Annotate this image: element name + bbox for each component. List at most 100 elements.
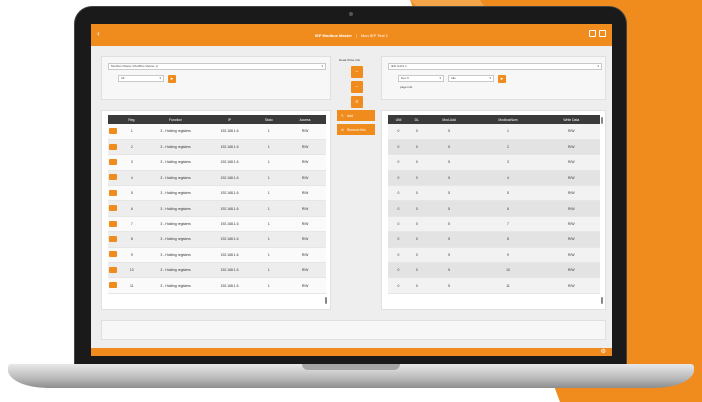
row-handle-icon[interactable] [109, 251, 117, 258]
row-select-handle[interactable] [108, 262, 118, 279]
table-row[interactable]: 33 - Holding registers 192.168.1.6 1 R/W [108, 154, 326, 171]
table-row[interactable]: 0 0 5 2 R/W [388, 139, 600, 156]
column-header[interactable]: UNI [388, 115, 409, 124]
row-select-handle[interactable] [108, 200, 118, 217]
apply-button[interactable]: ▸ [498, 75, 506, 83]
table-cell: 4 [473, 170, 543, 187]
state-select[interactable]: Idle ▾ [448, 75, 494, 82]
back-icon[interactable]: ‹ [97, 30, 100, 38]
add-button[interactable]: ✎ Add [337, 110, 375, 121]
table-row[interactable]: 13 - Holding registers 192.168.1.6 1 R/W [108, 124, 326, 140]
table-cell: 1 [253, 124, 284, 140]
table-row[interactable]: 11 3 - Holding registers 192.168.1.6 1 R/W [108, 277, 326, 294]
edit-icon[interactable] [599, 30, 606, 37]
row-handle-icon[interactable] [109, 158, 117, 165]
column-header[interactable]: ModbusNum [473, 115, 543, 124]
refresh-button[interactable]: ▸ [168, 75, 176, 83]
row-handle-icon[interactable] [109, 282, 117, 289]
table-cell: 0 [388, 185, 409, 202]
column-header[interactable]: DL [409, 115, 425, 124]
row-select-handle[interactable] [108, 247, 118, 264]
table-row[interactable]: 0 0 5 8 R/W [388, 231, 600, 248]
table-cell: R/W [542, 247, 600, 264]
table-cell: 1 [253, 231, 284, 248]
right-scrollbar-bottom[interactable] [601, 297, 603, 304]
table-cell: R/W [283, 262, 326, 279]
table-cell: 0 [388, 170, 409, 187]
table-cell: 7 [118, 216, 146, 233]
column-header[interactable]: Access [283, 115, 326, 124]
row-select-handle[interactable] [108, 277, 118, 294]
table-cell: 5 [424, 139, 474, 156]
table-row[interactable]: 0 0 5 6 R/W [388, 200, 600, 217]
row-handle-icon[interactable] [109, 174, 117, 181]
table-cell: 9 [118, 247, 146, 264]
device-select[interactable]: IED-SubS 1 ▾ [388, 63, 602, 70]
master-select[interactable]: Modbus Master (ModBus Master 1) ▾ [108, 63, 326, 70]
column-header[interactable]: Reg. [118, 115, 146, 124]
table-row[interactable]: 0 0 5 11 R/W [388, 277, 600, 294]
column-header[interactable]: Function [145, 115, 206, 124]
table-row[interactable]: 10 3 - Holding registers 192.168.1.6 1 R/W [108, 262, 326, 279]
table-row[interactable]: 63 - Holding registers 192.168.1.6 1 R/W [108, 200, 326, 217]
table-cell: 5 [424, 154, 474, 171]
row-select-handle[interactable] [108, 231, 118, 248]
table-row[interactable]: 93 - Holding registers 192.168.1.6 1 R/W [108, 247, 326, 264]
app-screen: ‹ IEP Modbus Master | Mon IEP Test 1 Mod… [91, 24, 612, 356]
table-cell: 10 [118, 262, 146, 279]
row-handle-icon[interactable] [109, 205, 117, 212]
filter-select[interactable]: All ▾ [118, 75, 164, 82]
table-row[interactable]: 0 0 5 9 R/W [388, 247, 600, 264]
table-row[interactable]: 73 - Holding registers 192.168.1.6 1 R/W [108, 216, 326, 233]
table-cell: R/W [542, 200, 600, 217]
row-handle-icon[interactable] [109, 143, 117, 150]
write-button[interactable]: − [351, 81, 363, 93]
table-row[interactable]: 43 - Holding registers 192.168.1.6 1 R/W [108, 170, 326, 187]
table-row[interactable]: 53 - Holding registers 192.168.1.6 1 R/W [108, 185, 326, 202]
table-row[interactable]: 0 0 5 4 R/W [388, 170, 600, 187]
row-select-handle[interactable] [108, 185, 118, 202]
column-header[interactable]: Stato [253, 115, 284, 124]
right-scrollbar[interactable] [601, 117, 603, 124]
table-cell: 3 - Holding registers [145, 231, 206, 248]
table-cell: 192.168.1.6 [205, 231, 254, 248]
column-header[interactable]: Write Data [542, 115, 600, 124]
table-row[interactable]: 0 0 5 1 R/W [388, 124, 600, 140]
table-row[interactable]: 0 0 5 5 R/W [388, 185, 600, 202]
row-select-handle[interactable] [108, 154, 118, 171]
table-cell: 8 [118, 231, 146, 248]
remove-button[interactable]: ⊖ Remove this [337, 124, 375, 135]
table-row[interactable]: 0 0 5 3 R/W [388, 154, 600, 171]
table-cell: 3 - Holding registers [145, 124, 206, 140]
table-cell: 9 [473, 247, 543, 264]
row-select-handle[interactable] [108, 216, 118, 233]
table-cell: 11 [118, 277, 146, 294]
table-row[interactable]: 23 - Holding registers 192.168.1.6 1 R/W [108, 139, 326, 156]
table-cell: 192.168.1.6 [205, 262, 254, 279]
gear-icon[interactable]: ⚙ [601, 349, 606, 355]
row-select-handle[interactable] [108, 124, 118, 140]
row-handle-icon[interactable] [109, 127, 117, 134]
column-header[interactable]: Mod.Add [424, 115, 474, 124]
row-select-handle[interactable] [108, 139, 118, 156]
table-cell: 7 [473, 216, 543, 233]
table-cell: R/W [283, 247, 326, 264]
row-handle-icon[interactable] [109, 235, 117, 242]
table-row[interactable]: 0 0 5 10 R/W [388, 262, 600, 279]
dev-select[interactable]: Dev 0 ▾ [398, 75, 444, 82]
row-handle-icon[interactable] [109, 189, 117, 196]
menu-button[interactable]: ≡ [351, 96, 363, 108]
table-cell: R/W [283, 154, 326, 171]
row-handle-icon[interactable] [109, 266, 117, 273]
table-cell: 1 [253, 170, 284, 187]
left-scrollbar[interactable] [325, 297, 327, 304]
table-row[interactable]: 0 0 5 7 R/W [388, 216, 600, 233]
row-handle-icon[interactable] [109, 220, 117, 227]
window-icon[interactable] [589, 30, 596, 37]
table-cell: 3 - Holding registers [145, 139, 206, 156]
column-header[interactable]: IP [205, 115, 254, 124]
laptop-notch [302, 364, 400, 370]
row-select-handle[interactable] [108, 170, 118, 187]
table-row[interactable]: 83 - Holding registers 192.168.1.6 1 R/W [108, 231, 326, 248]
read-button[interactable]: − [351, 66, 363, 78]
